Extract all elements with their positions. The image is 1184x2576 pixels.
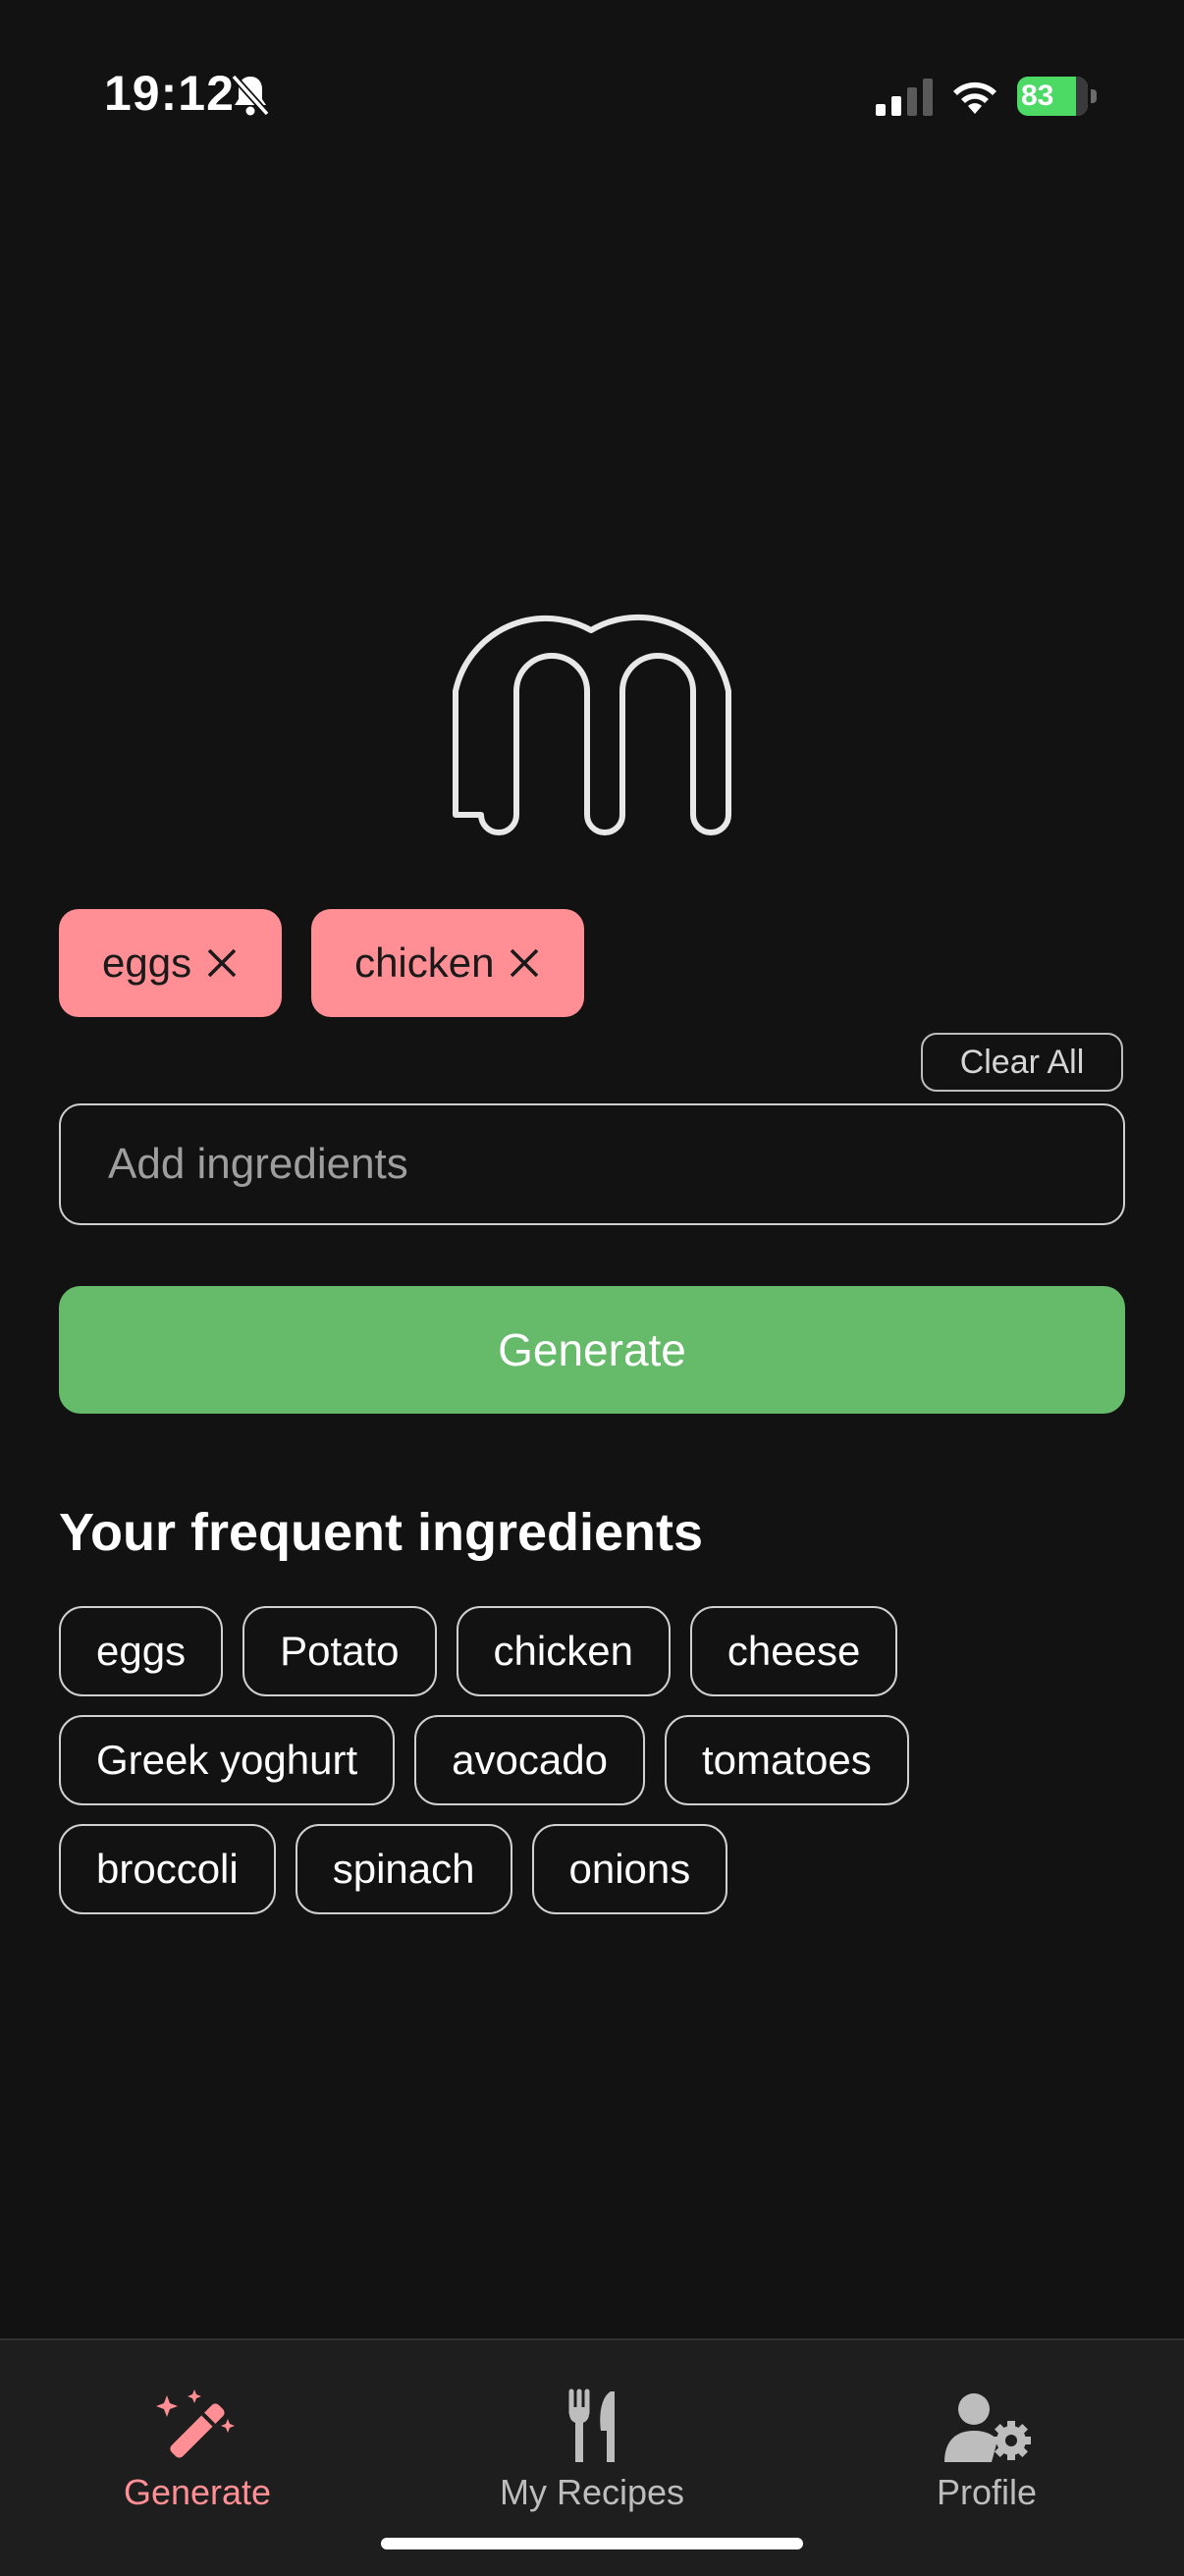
frequent-ingredients-title: Your frequent ingredients	[59, 1503, 704, 1562]
generate-button[interactable]: Generate	[59, 1286, 1125, 1414]
home-indicator[interactable]	[381, 2538, 803, 2549]
frequent-chip[interactable]: Greek yoghurt	[59, 1715, 396, 1805]
tab-label: My Recipes	[499, 2472, 685, 2512]
fork-knife-icon	[568, 2388, 615, 2462]
user-gear-icon	[944, 2393, 1031, 2462]
frequent-chip[interactable]: eggs	[59, 1606, 224, 1696]
ingredient-input[interactable]	[59, 1103, 1125, 1225]
close-icon[interactable]	[508, 946, 541, 980]
app-logo	[453, 614, 731, 835]
clear-all-button[interactable]: Clear All	[921, 1033, 1123, 1092]
frequent-chip[interactable]: chicken	[456, 1606, 671, 1696]
frequent-chip[interactable]: broccoli	[59, 1824, 276, 1914]
frequent-chip[interactable]: Potato	[242, 1606, 437, 1696]
status-bar: 19:12 83	[0, 0, 1184, 196]
cellular-signal-icon	[876, 79, 933, 116]
frequent-chip[interactable]: cheese	[689, 1606, 898, 1696]
tab-profile[interactable]: Profile	[789, 2340, 1184, 2537]
selected-ingredients: eggs chicken	[59, 909, 585, 1017]
tab-my-recipes[interactable]: My Recipes	[395, 2340, 789, 2537]
frequent-chip[interactable]: tomatoes	[664, 1715, 909, 1805]
chip-label: chicken	[354, 939, 495, 986]
bell-slash-icon	[231, 74, 270, 117]
frequent-chip[interactable]: spinach	[295, 1824, 512, 1914]
battery-charging-icon: 83	[1017, 77, 1098, 116]
chip-label: eggs	[102, 939, 192, 986]
tab-generate[interactable]: Generate	[0, 2340, 395, 2537]
frequent-row: Greek yoghurt avocado tomatoes	[59, 1715, 909, 1805]
wifi-icon	[953, 81, 996, 114]
tab-label: Profile	[936, 2472, 1038, 2512]
frequent-row: eggs Potato chicken cheese	[59, 1606, 898, 1696]
selected-chip-eggs[interactable]: eggs	[59, 909, 283, 1017]
frequent-chip[interactable]: onions	[531, 1824, 728, 1914]
close-icon[interactable]	[205, 946, 239, 980]
frequent-chip[interactable]: avocado	[414, 1715, 645, 1805]
status-time: 19:12	[104, 66, 235, 121]
frequent-row: broccoli spinach onions	[59, 1824, 728, 1914]
magic-wand-icon	[156, 2389, 235, 2458]
battery-level: 83	[1021, 80, 1054, 112]
selected-chip-chicken[interactable]: chicken	[311, 909, 585, 1017]
tab-label: Generate	[123, 2472, 272, 2512]
